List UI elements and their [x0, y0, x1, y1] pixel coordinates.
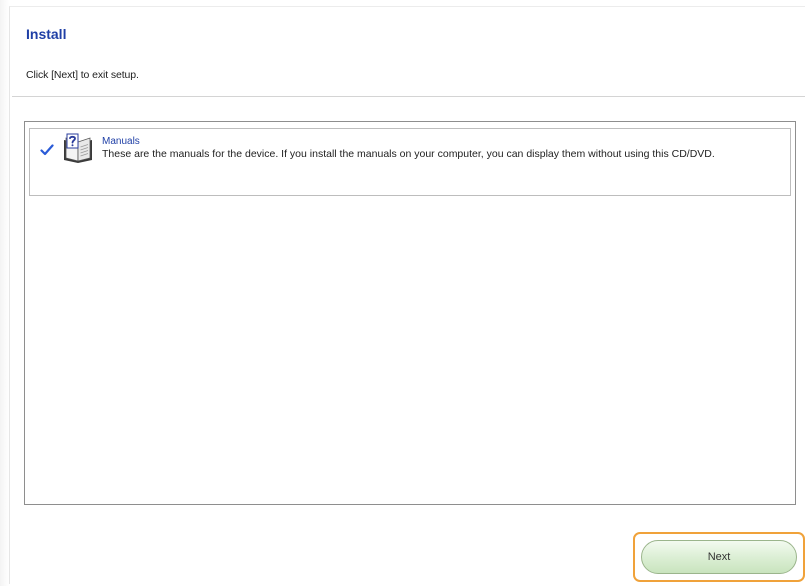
header-divider	[12, 96, 805, 97]
check-icon[interactable]	[40, 143, 54, 157]
manual-book-icon	[64, 133, 92, 163]
next-button[interactable]: Next	[641, 540, 797, 574]
component-list: Manuals These are the manuals for the de…	[24, 121, 796, 505]
instruction-text: Click [Next] to exit setup.	[26, 69, 139, 81]
item-description: These are the manuals for the device. If…	[102, 148, 715, 160]
setup-window: Install Click [Next] to exit setup. Manu…	[9, 6, 805, 584]
left-edge-shadow	[0, 0, 9, 586]
page-title: Install	[26, 26, 67, 42]
item-name: Manuals	[102, 136, 140, 147]
list-item-manuals[interactable]: Manuals These are the manuals for the de…	[29, 128, 791, 196]
